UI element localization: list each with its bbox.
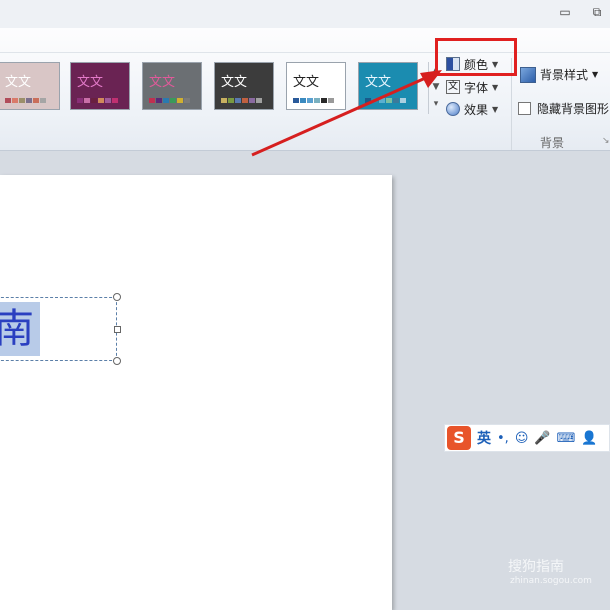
- ime-mode-toggle[interactable]: 英: [477, 428, 491, 448]
- ime-toolbar: S 英 •, ☺ 🎤 ⌨ 👤: [444, 424, 610, 452]
- microphone-icon[interactable]: 🎤: [534, 431, 550, 446]
- sogou-logo-icon[interactable]: S: [447, 426, 471, 450]
- watermark-url: zhinan.sogou.com: [510, 576, 592, 586]
- user-icon[interactable]: 👤: [581, 431, 597, 446]
- keyboard-icon[interactable]: ⌨: [557, 431, 576, 446]
- emoji-icon[interactable]: ☺: [515, 431, 529, 446]
- punctuation-icon[interactable]: •,: [497, 431, 509, 446]
- callout-arrow: [251, 70, 442, 157]
- watermark-brand: 搜狗指南: [508, 559, 564, 575]
